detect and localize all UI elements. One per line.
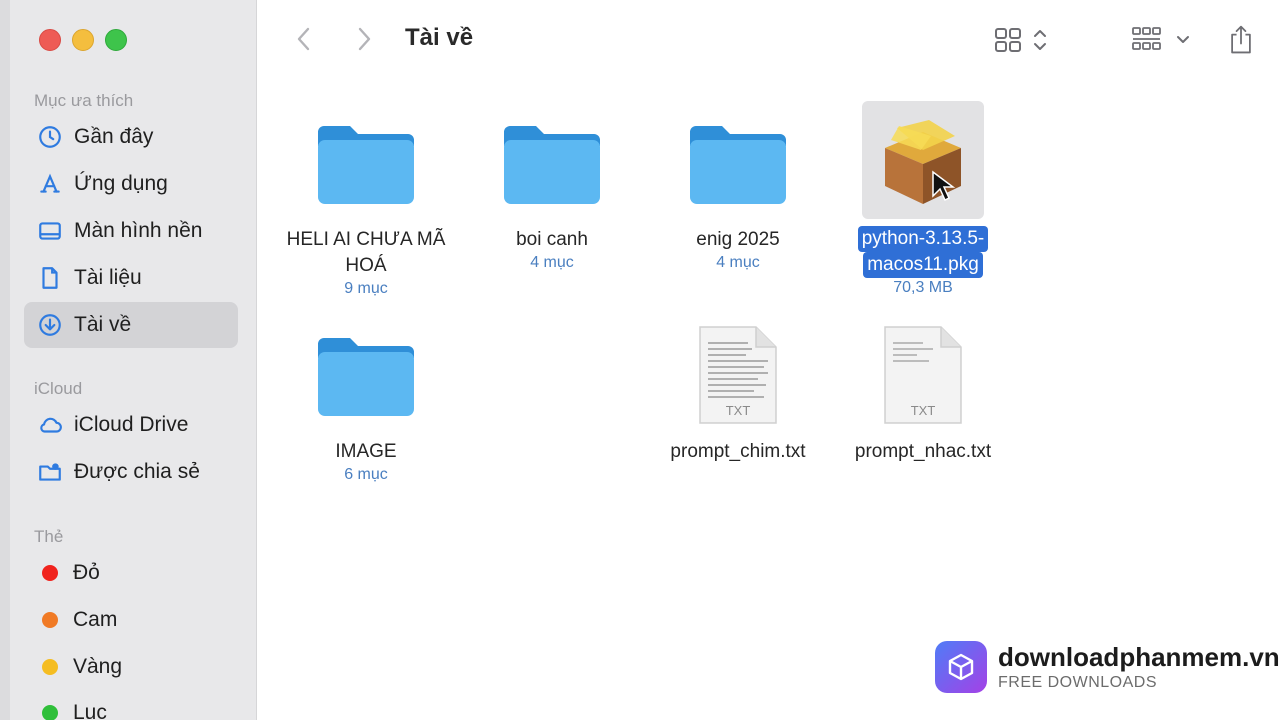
watermark-title: downloadphanmem.vn xyxy=(998,642,1280,672)
file-meta: 4 mục xyxy=(530,254,574,271)
selection-highlight xyxy=(862,101,984,219)
download-icon xyxy=(36,311,64,339)
text-file-icon: TXT xyxy=(833,315,1013,435)
sidebar-item-desktop[interactable]: Màn hình nền xyxy=(24,208,238,254)
folder-icon xyxy=(276,315,456,435)
zoom-window-button[interactable] xyxy=(105,29,127,51)
folder-icon xyxy=(648,103,828,223)
sidebar-item-label: iCloud Drive xyxy=(74,413,189,436)
sidebar-tag-yellow[interactable]: Vàng xyxy=(24,644,238,690)
shared-folder-icon xyxy=(36,458,64,486)
file-name: IMAGE xyxy=(335,441,397,462)
file-meta: 70,3 MB xyxy=(893,279,953,296)
chevron-right-icon xyxy=(358,27,371,51)
file-meta: 9 mục xyxy=(344,280,388,297)
sidebar-item-label: Vàng xyxy=(73,655,123,678)
finder-sidebar: Mục ưa thích Gần đây Ứng dụng Màn hình n… xyxy=(10,0,257,720)
sidebar-item-label: Gần đây xyxy=(74,125,154,148)
file-item-folder[interactable]: boi canh 4 mục xyxy=(462,103,642,272)
grid-view-icon xyxy=(995,28,1046,52)
document-icon xyxy=(36,264,64,292)
yellow-tag-dot-icon xyxy=(42,659,58,675)
sidebar-item-applications[interactable]: Ứng dụng xyxy=(24,161,238,207)
sidebar-item-label: Cam xyxy=(73,608,118,631)
green-tag-dot-icon xyxy=(42,705,58,720)
share-icon xyxy=(1231,25,1251,54)
sidebar-item-downloads[interactable]: Tài về xyxy=(24,302,238,348)
sidebar-item-label: Lục xyxy=(73,701,107,720)
icloud-header: iCloud xyxy=(34,379,83,398)
file-item-folder[interactable]: IMAGE 6 mục xyxy=(276,315,456,484)
sidebar-item-recents[interactable]: Gần đây xyxy=(24,114,238,160)
chevron-left-icon xyxy=(297,27,310,51)
text-file-icon: TXT xyxy=(648,315,828,435)
finder-toolbar: Tài về xyxy=(257,0,1280,80)
sidebar-tag-green[interactable]: Lục xyxy=(24,690,238,720)
file-item-package-selected[interactable]: python-3.13.5- macos11.pkg 70,3 MB xyxy=(833,100,1013,297)
sidebar-item-label: Tài liệu xyxy=(74,266,142,289)
clock-icon xyxy=(36,123,64,151)
file-name: prompt_nhac.txt xyxy=(854,441,992,462)
file-item-folder[interactable]: enig 2025 4 mục xyxy=(648,103,828,272)
file-name: boi canh xyxy=(516,229,588,250)
sidebar-item-label: Đỏ xyxy=(73,561,100,584)
group-button[interactable] xyxy=(1131,20,1195,60)
sidebar-item-icloud-drive[interactable]: iCloud Drive xyxy=(24,402,238,448)
watermark-logo: downloadphanmem.vn FREE DOWNLOADS xyxy=(935,641,1280,693)
file-meta: 4 mục xyxy=(716,254,760,271)
cloud-icon xyxy=(36,411,64,439)
svg-text:TXT: TXT xyxy=(726,403,751,418)
folder-icon xyxy=(462,103,642,223)
sidebar-item-label: Tài về xyxy=(74,313,132,336)
desktop-icon xyxy=(36,217,64,245)
minimize-window-button[interactable] xyxy=(72,29,94,51)
forward-button[interactable] xyxy=(347,22,381,56)
file-meta: 6 mục xyxy=(344,466,388,483)
sidebar-item-label: Ứng dụng xyxy=(74,172,168,195)
favorites-header: Mục ưa thích xyxy=(34,91,134,110)
apps-icon xyxy=(36,170,64,198)
sidebar-item-label: Được chia sẻ xyxy=(74,460,200,483)
sidebar-tag-red[interactable]: Đỏ xyxy=(24,550,238,596)
file-name: prompt_chim.txt xyxy=(670,441,806,462)
window-controls xyxy=(39,29,127,51)
file-item-txt[interactable]: TXT prompt_nhac.txt xyxy=(833,315,1013,465)
file-name: enig 2025 xyxy=(696,229,780,250)
svg-text:TXT: TXT xyxy=(911,403,936,418)
red-tag-dot-icon xyxy=(42,565,58,581)
desktop-background-strip xyxy=(0,0,10,720)
sidebar-item-shared[interactable]: Được chia sẻ xyxy=(24,449,238,495)
folder-icon xyxy=(276,103,456,223)
share-button[interactable] xyxy=(1226,20,1256,60)
file-name-selected: python-3.13.5- macos11.pkg xyxy=(833,226,1013,278)
tags-header: Thẻ xyxy=(34,527,64,546)
orange-tag-dot-icon xyxy=(42,612,58,628)
package-thumb xyxy=(833,100,1013,220)
file-name: HELI AI CHƯA MÃ HOÁ xyxy=(286,229,446,276)
file-item-folder[interactable]: HELI AI CHƯA MÃ HOÁ 9 mục xyxy=(276,103,456,298)
close-window-button[interactable] xyxy=(39,29,61,51)
back-button[interactable] xyxy=(287,22,321,56)
group-view-icon xyxy=(1132,27,1189,50)
watermark-subtitle: FREE DOWNLOADS xyxy=(998,674,1158,691)
sidebar-tag-orange[interactable]: Cam xyxy=(24,597,238,643)
sidebar-item-label: Màn hình nền xyxy=(74,219,203,242)
sidebar-item-documents[interactable]: Tài liệu xyxy=(24,255,238,301)
file-item-txt[interactable]: TXT prompt_chim.txt xyxy=(648,315,828,465)
window-title: Tài về xyxy=(405,24,474,51)
cube-logo-icon xyxy=(935,641,987,693)
package-box-icon xyxy=(885,120,961,204)
view-mode-button[interactable] xyxy=(994,20,1054,60)
